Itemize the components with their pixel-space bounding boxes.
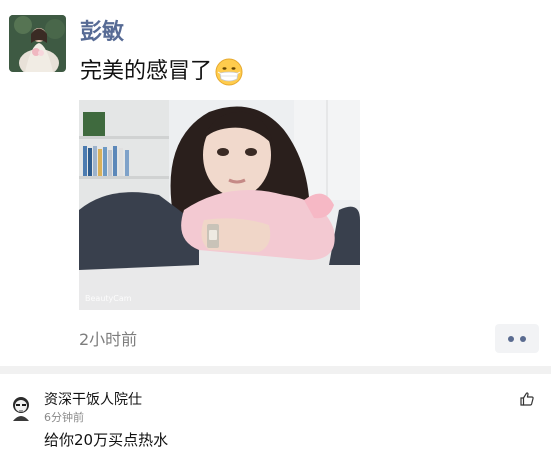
commenter-name[interactable]: 资深干饭人院仕 <box>44 391 142 409</box>
post-text: 完美的感冒了 <box>80 59 213 84</box>
thumbs-up-icon[interactable] <box>519 391 535 407</box>
author-avatar[interactable] <box>9 15 66 72</box>
more-actions-button[interactable] <box>495 324 539 353</box>
dot-icon <box>508 335 514 342</box>
mask-face-emoji-icon <box>215 58 243 86</box>
author-name[interactable]: 彭敏 <box>80 19 124 47</box>
section-divider <box>0 366 551 374</box>
comment-time: 6分钟前 <box>44 411 84 424</box>
post-photo[interactable]: BeautyCam <box>79 100 360 310</box>
dot-icon <box>520 335 526 342</box>
comment-text: 给你20万买点热水 <box>44 431 169 449</box>
post-time: 2小时前 <box>79 330 138 349</box>
photo-watermark: BeautyCam <box>85 294 132 303</box>
commenter-avatar[interactable] <box>7 393 35 421</box>
post-content: 完美的感冒了 <box>80 57 243 87</box>
